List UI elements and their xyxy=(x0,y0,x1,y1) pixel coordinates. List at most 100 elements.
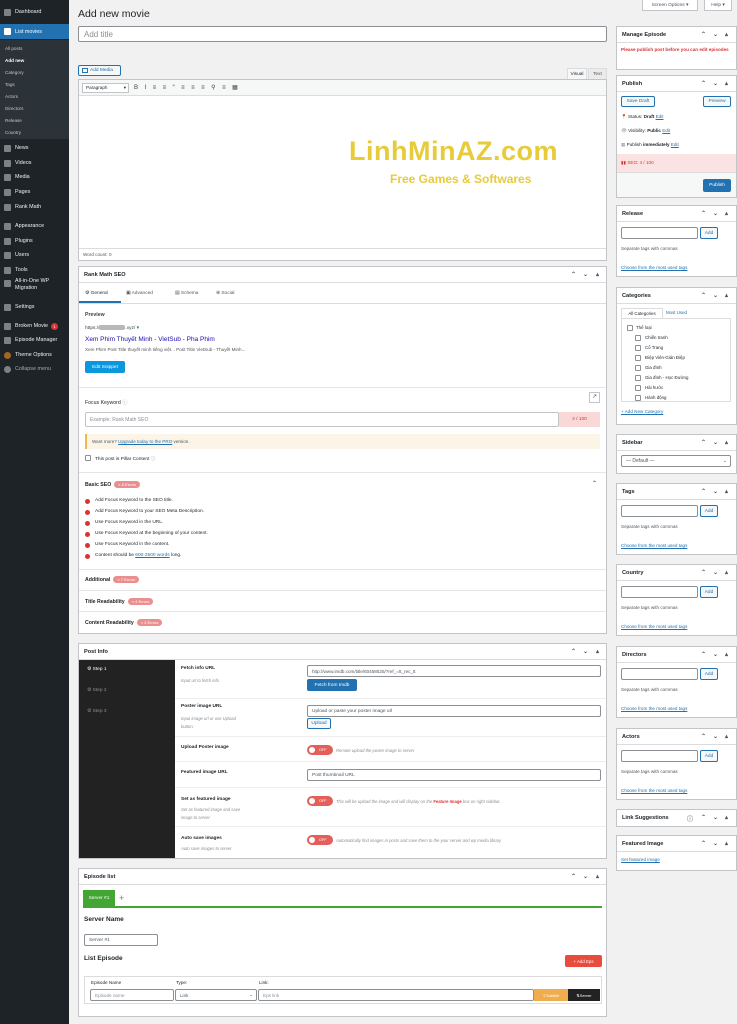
preview-button[interactable]: Preview xyxy=(703,96,731,107)
actors-add-button[interactable]: Add xyxy=(700,750,718,762)
chevron-up-icon[interactable]: ⌃ xyxy=(571,873,576,880)
episode-type-select[interactable]: Link ⌄ xyxy=(175,989,257,1001)
toggle-icon[interactable]: ▴ xyxy=(725,569,728,576)
choose-tags-link[interactable]: Choose from the most used tags xyxy=(621,706,687,711)
toggle-icon[interactable]: ▴ xyxy=(596,648,599,655)
pillar-checkbox[interactable] xyxy=(85,455,91,461)
category-checkbox[interactable] xyxy=(635,335,641,341)
toggle-icon[interactable]: ▴ xyxy=(725,439,728,446)
category-checkbox[interactable] xyxy=(635,375,641,381)
menu-settings[interactable]: Settings xyxy=(0,300,69,314)
add-eps-button[interactable]: + Add Eps xyxy=(565,955,602,967)
step-1[interactable]: ⚙ Step 1 xyxy=(87,667,107,672)
add-media-button[interactable]: Add Media xyxy=(78,65,121,76)
menu-theme-options[interactable]: Theme Options xyxy=(0,348,69,362)
toggle-icon[interactable]: ▴ xyxy=(725,210,728,217)
submenu-directors[interactable]: Directors xyxy=(0,102,69,114)
chevron-up-icon[interactable]: ⌃ xyxy=(701,651,706,658)
focus-keyword-input[interactable]: Example: Rank Math SEO xyxy=(85,412,559,427)
menu-all-in-one[interactable]: All-in-One WP Migration xyxy=(0,278,69,298)
chevron-down-icon[interactable]: ⌄ xyxy=(713,814,718,821)
help-icon[interactable]: ⓘ xyxy=(687,814,693,823)
title-readability-heading[interactable]: Title Readability × 4 Errors xyxy=(85,598,154,605)
submenu-release[interactable]: Release xyxy=(0,114,69,126)
submenu-country[interactable]: Country xyxy=(0,126,69,138)
upgrade-link[interactable]: Upgrade today to the PRO xyxy=(118,439,172,444)
category-checkbox[interactable] xyxy=(635,355,641,361)
tab-general[interactable]: ⚙ General xyxy=(85,291,108,296)
title-input[interactable]: Add title xyxy=(78,26,607,42)
category-checkbox[interactable] xyxy=(635,385,641,391)
chevron-up-icon[interactable]: ⌃ xyxy=(701,210,706,217)
featured-url-input[interactable]: Post thumbnail URL xyxy=(307,769,601,781)
category-checkbox[interactable] xyxy=(635,365,641,371)
menu-episode-manager[interactable]: Episode Manager xyxy=(0,333,69,347)
edit-snippet-button[interactable]: Edit Snippet xyxy=(85,361,125,373)
menu-dashboard[interactable]: Dashboard xyxy=(0,5,69,19)
menu-videos[interactable]: Videos xyxy=(0,156,69,170)
words-link[interactable]: 600-2500 words xyxy=(135,553,169,558)
menu-rank-math[interactable]: Rank Math xyxy=(0,200,69,214)
server-tab[interactable]: Server #1 xyxy=(83,890,115,906)
chevron-up-icon[interactable]: ⌃ xyxy=(701,840,706,847)
chevron-down-icon[interactable]: ⌄ xyxy=(583,271,588,278)
menu-tools[interactable]: Tools xyxy=(0,263,69,277)
chevron-down-icon[interactable]: ⌄ xyxy=(713,733,718,740)
server-name-input[interactable]: Server #1 xyxy=(84,934,158,946)
chevron-down-icon[interactable]: ⌄ xyxy=(583,648,588,655)
publish-button[interactable]: Publish xyxy=(703,179,731,192)
submenu-tags[interactable]: Tags xyxy=(0,78,69,90)
tab-visual[interactable]: Visual xyxy=(567,68,587,79)
toggle-icon[interactable]: ▴ xyxy=(596,271,599,278)
chevron-down-icon[interactable]: ⌄ xyxy=(713,488,718,495)
upload-poster-toggle[interactable]: OFF xyxy=(307,745,333,755)
menu-media[interactable]: Media xyxy=(0,170,69,184)
chevron-up-icon[interactable]: ⌃ xyxy=(592,480,597,487)
chevron-up-icon[interactable]: ⌃ xyxy=(701,814,706,821)
choose-tags-link[interactable]: Choose from the most used tags xyxy=(621,624,687,629)
tab-most-used[interactable]: Most Used xyxy=(666,310,687,315)
chevron-down-icon[interactable]: ⌄ xyxy=(713,569,718,576)
directors-input[interactable] xyxy=(621,668,698,680)
step-3[interactable]: ⚙ Step 3 xyxy=(87,709,107,714)
menu-appearance[interactable]: Appearance xyxy=(0,219,69,233)
toggle-icon[interactable]: ▴ xyxy=(725,840,728,847)
chevron-up-icon[interactable]: ⌃ xyxy=(701,488,706,495)
toolbar-buttons[interactable]: BI≡≡“≡≡≡⚲≡▦ xyxy=(134,84,244,91)
submenu-add-new[interactable]: Add new xyxy=(0,54,69,66)
add-category-link[interactable]: + Add New Category xyxy=(621,409,663,414)
toggle-icon[interactable]: ▴ xyxy=(596,873,599,880)
subtitle-button[interactable]: ⇪ Subtitle xyxy=(534,989,568,1001)
add-server-icon[interactable]: + xyxy=(119,893,124,903)
set-featured-image-link[interactable]: Set featured image xyxy=(621,857,660,862)
episode-link-input[interactable]: Eps link xyxy=(258,989,534,1001)
edit-status-link[interactable]: Edit xyxy=(656,114,664,119)
menu-pages[interactable]: Pages xyxy=(0,185,69,199)
episode-name-input[interactable]: Episode name xyxy=(90,989,174,1001)
chevron-up-icon[interactable]: ⌃ xyxy=(571,648,576,655)
fetch-url-input[interactable]: http://www.imdb.com/title/tt0458525/?ref… xyxy=(307,665,601,677)
sidebar-select[interactable]: — Default — ⌄ xyxy=(621,455,731,467)
chevron-up-icon[interactable]: ⌃ xyxy=(701,569,706,576)
step-2[interactable]: ⚙ Step 2 xyxy=(87,688,107,693)
country-add-button[interactable]: Add xyxy=(700,586,718,598)
chevron-down-icon[interactable]: ⌄ xyxy=(713,651,718,658)
category-checkbox[interactable] xyxy=(627,325,633,331)
submenu-all-posts[interactable]: All posts xyxy=(0,42,69,54)
collapse-menu[interactable]: Collapse menu xyxy=(0,362,69,376)
autosave-toggle[interactable]: OFF xyxy=(307,835,333,845)
chevron-down-icon[interactable]: ⌄ xyxy=(583,873,588,880)
format-select[interactable]: Paragraph ▾ xyxy=(82,83,129,93)
menu-users[interactable]: Users xyxy=(0,248,69,262)
menu-plugins[interactable]: Plugins xyxy=(0,234,69,248)
submenu-category[interactable]: Category xyxy=(0,66,69,78)
content-readability-heading[interactable]: Content Readability × 3 Errors xyxy=(85,619,163,626)
toggle-icon[interactable]: ▴ xyxy=(725,80,728,87)
release-add-button[interactable]: Add xyxy=(700,227,718,239)
chevron-down-icon[interactable]: ⌄ xyxy=(713,31,718,38)
directors-add-button[interactable]: Add xyxy=(700,668,718,680)
trend-icon[interactable]: ↗ xyxy=(589,392,600,403)
tab-social[interactable]: ⊕ Social xyxy=(216,291,234,296)
tab-advanced[interactable]: ▣ Advanced xyxy=(126,291,153,296)
tab-all-categories[interactable]: All Categories xyxy=(621,308,663,318)
